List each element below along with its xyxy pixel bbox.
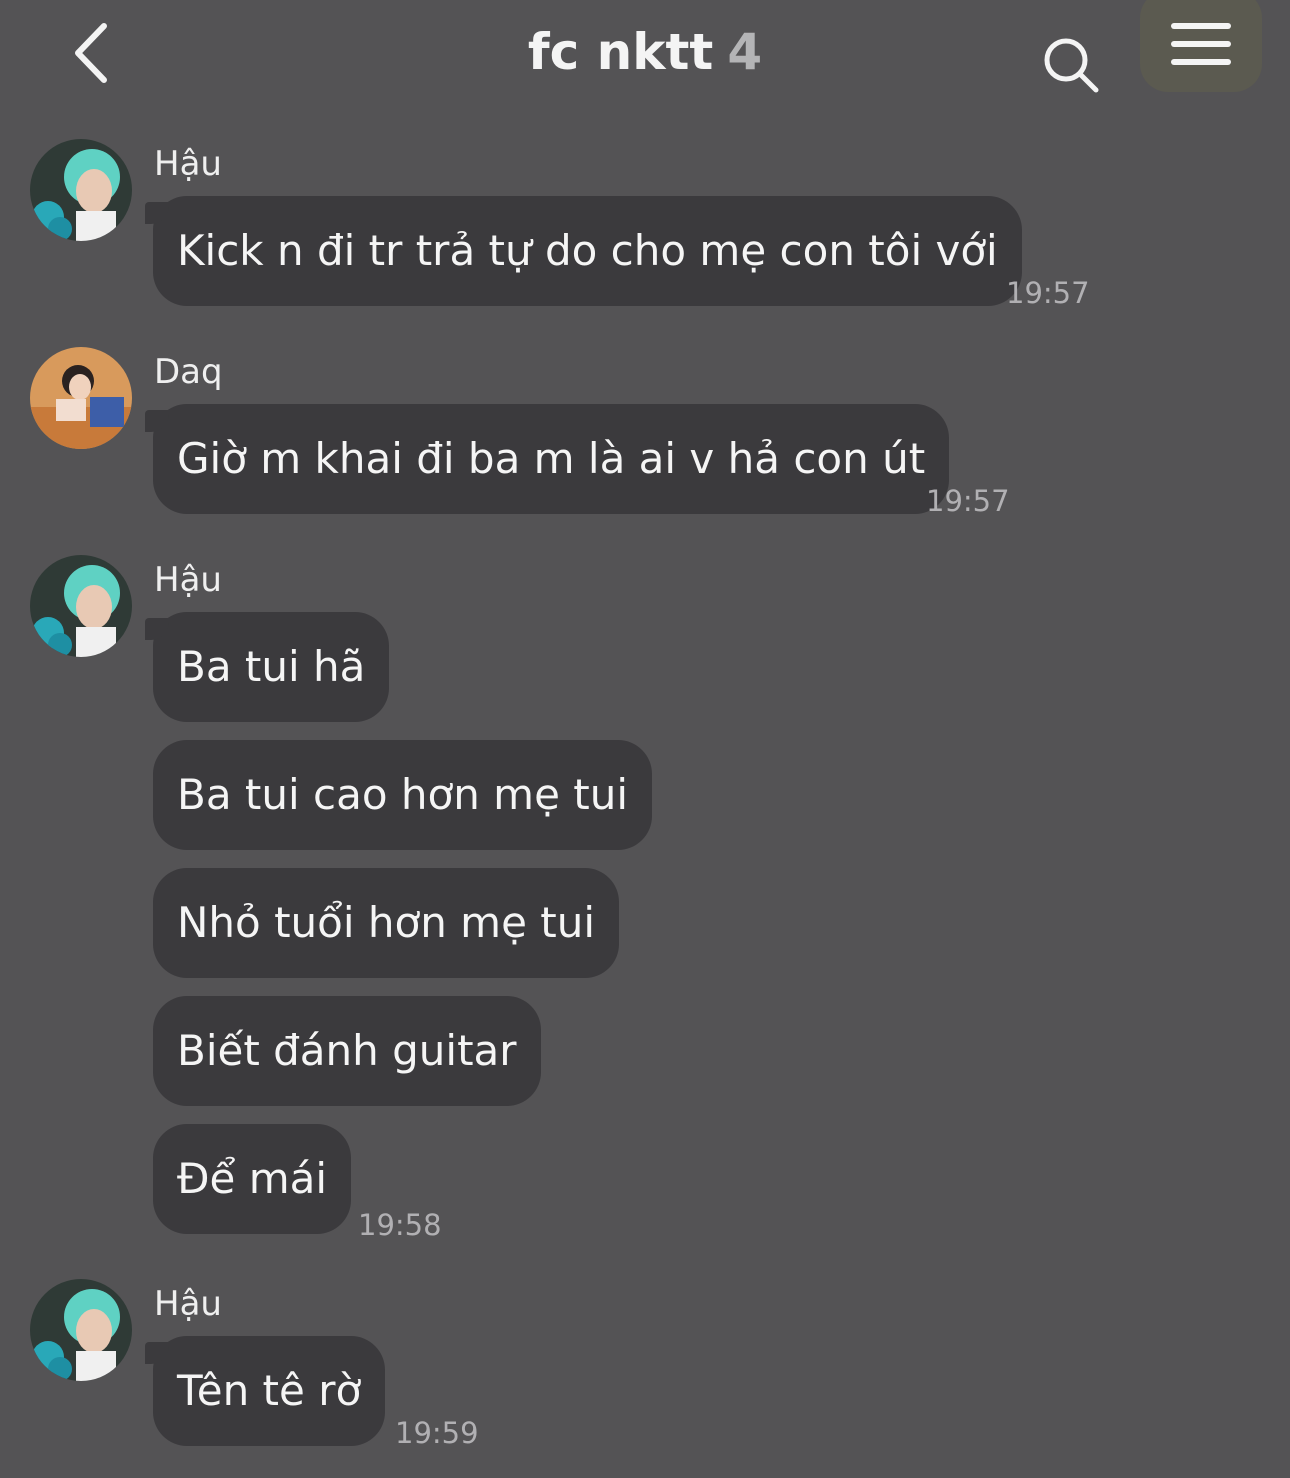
sender-name: Hậu [154,144,222,184]
message-bubble[interactable]: Tên tê rờ [144,1336,386,1446]
message-bubble[interactable]: Nhỏ tuổi hơn mẹ tui [153,868,620,978]
message-timestamp: 19:57 [1006,276,1090,310]
message-timestamp: 19:59 [395,1416,479,1450]
message-bubble[interactable]: Biết đánh guitar [153,996,541,1106]
message-bubble[interactable]: Ba tui hã [144,612,390,722]
avatar-daq[interactable] [30,347,132,449]
message-timestamp: 19:57 [926,484,1010,518]
search-icon [1044,38,1099,93]
sender-name: Hậu [154,560,222,600]
sender-name: Daq [154,352,223,392]
message-bubble[interactable]: Ba tui cao hơn mẹ tui [153,740,653,850]
avatar-hau[interactable] [30,1279,132,1381]
sender-name: Hậu [154,1284,222,1324]
search-button[interactable] [1036,30,1106,100]
message-bubble[interactable]: Giờ m khai đi ba m là ai v hả con út [144,404,950,514]
hamburger-menu-icon [1171,5,1231,77]
message-bubble[interactable]: Kick n đi tr trả tự do cho mẹ con tôi vớ… [145,196,1022,306]
avatar-hau[interactable] [30,139,132,241]
message-bubble[interactable]: Để mái [153,1124,352,1234]
chat-header: fc nktt 4 [0,0,1290,110]
group-name: fc nktt [527,23,714,81]
member-count: 4 [727,23,763,81]
avatar-hau[interactable] [30,555,132,657]
message-timestamp: 19:58 [358,1208,442,1242]
menu-button[interactable] [1140,0,1262,92]
